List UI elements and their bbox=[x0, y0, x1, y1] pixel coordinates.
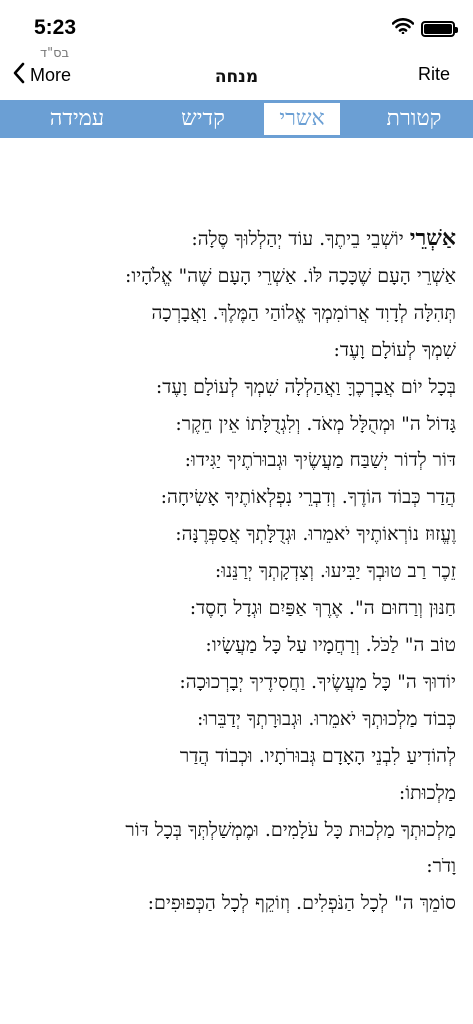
prayer-line: כְּבוֹד מַלְכוּתְךָ יֹאמֵרוּ. וּגְבוּרָת… bbox=[197, 707, 456, 730]
tab-ketoret[interactable]: קטורת bbox=[369, 103, 459, 135]
prayer-line: אַשְׁרֵי הָעָם שֶׁכָּכָה לּוֹ. אַשְׁרֵי … bbox=[124, 264, 456, 287]
status-bar: 5:23 bbox=[0, 0, 473, 46]
back-button[interactable]: More bbox=[12, 62, 71, 89]
prayer-line: חַנּוּן וְרַחוּם ה". אֶרֶךְ אַפַּיִם וּג… bbox=[189, 597, 456, 620]
prayer-line: שִׁמְךָ לְעוֹלָם וָעֶד: bbox=[333, 338, 456, 361]
prayer-line: סוֹמֵךְ ה" לְכָל הַנֹּפְלִים. וְזוֹקֵף ל… bbox=[147, 892, 456, 915]
chevron-left-icon bbox=[12, 62, 26, 89]
prayer-line: יוֹדוּךָ ה" כָּל מַעֲשֶׂיךָ. וַחֲסִידֶיך… bbox=[179, 670, 456, 693]
prayer-text: אַשְׁרֵי יוֹשְׁבֵי בֵיתֶךָ. עוֹד יְהַלְל… bbox=[18, 220, 456, 922]
prayer-line: מַלְכוּתְךָ מַלְכוּת כָּל עֹלָמִים. וּמֶ… bbox=[125, 818, 456, 841]
tab-ashrei[interactable]: אשרי bbox=[264, 103, 340, 135]
battery-icon bbox=[421, 20, 458, 37]
prayer-first-word: אַשְׁרֵי bbox=[409, 225, 456, 251]
prayer-line: דּוֹר לְדוֹר יְשַׁבַּח מַעֲשֶׂיךָ וּגְבו… bbox=[184, 449, 456, 472]
prayer-line: תְּהִלָּה לְדָוִד אֲרוֹמִמְךָ אֱלוֹהַי ה… bbox=[151, 301, 457, 324]
prayer-line: טוֹב ה" לַכֹּל. וְרַחֲמָיו עַל כָּל מַעֲ… bbox=[205, 633, 456, 656]
prayer-line: וֶעֱזוּז נוֹרְאוֹתֶיךָ יֹאמֵרוּ. וּגְדֻל… bbox=[175, 523, 456, 546]
prayer-line: זֵכֶר רַב טוּבְךָ יַבִּיעוּ. וְצִדְקָתְך… bbox=[214, 560, 456, 583]
prayer-line: וָדֹר: bbox=[426, 855, 456, 878]
status-time: 5:23 bbox=[34, 16, 77, 39]
wifi-icon bbox=[391, 18, 415, 39]
section-tab-bar: קטורת אשרי קדיש עמידה bbox=[0, 100, 473, 138]
rite-button[interactable]: Rite bbox=[418, 64, 450, 85]
prayer-line: אַשְׁרֵי יוֹשְׁבֵי בֵיתֶךָ. עוֹד יְהַלְל… bbox=[18, 220, 456, 258]
hebrew-date-label: בס"ד bbox=[40, 46, 70, 61]
tab-amidah[interactable]: עמידה bbox=[27, 103, 127, 135]
prayer-line: גָּדוֹל ה" וּמְהֻלָּל מְאֹד. וְלִגְדֻלָּ… bbox=[175, 412, 456, 435]
prayer-line: לְהוֹדִיעַ לִבְנֵי הָאָדָם גְּבוּרֹתָיו.… bbox=[179, 744, 456, 767]
prayer-first-line-rest: יוֹשְׁבֵי בֵיתֶךָ. עוֹד יְהַלְלוּךָ סֶּל… bbox=[191, 228, 410, 250]
status-icons bbox=[391, 18, 458, 39]
navigation-bar: More מנחה Rite bbox=[0, 60, 473, 94]
tab-kaddish[interactable]: קדיש bbox=[163, 103, 243, 135]
prayer-line: מַלְכוּתוֹ: bbox=[398, 781, 456, 804]
prayer-line: הֲדַר כְּבוֹד הוֹדֶךָ. וְדִבְרֵי נִפְלְא… bbox=[160, 486, 456, 509]
prayer-line: בְּכָל יוֹם אֲבָרְכֶךָּ וַאֲהַלְלָה שִׁמ… bbox=[155, 375, 456, 398]
back-button-label: More bbox=[30, 65, 72, 85]
